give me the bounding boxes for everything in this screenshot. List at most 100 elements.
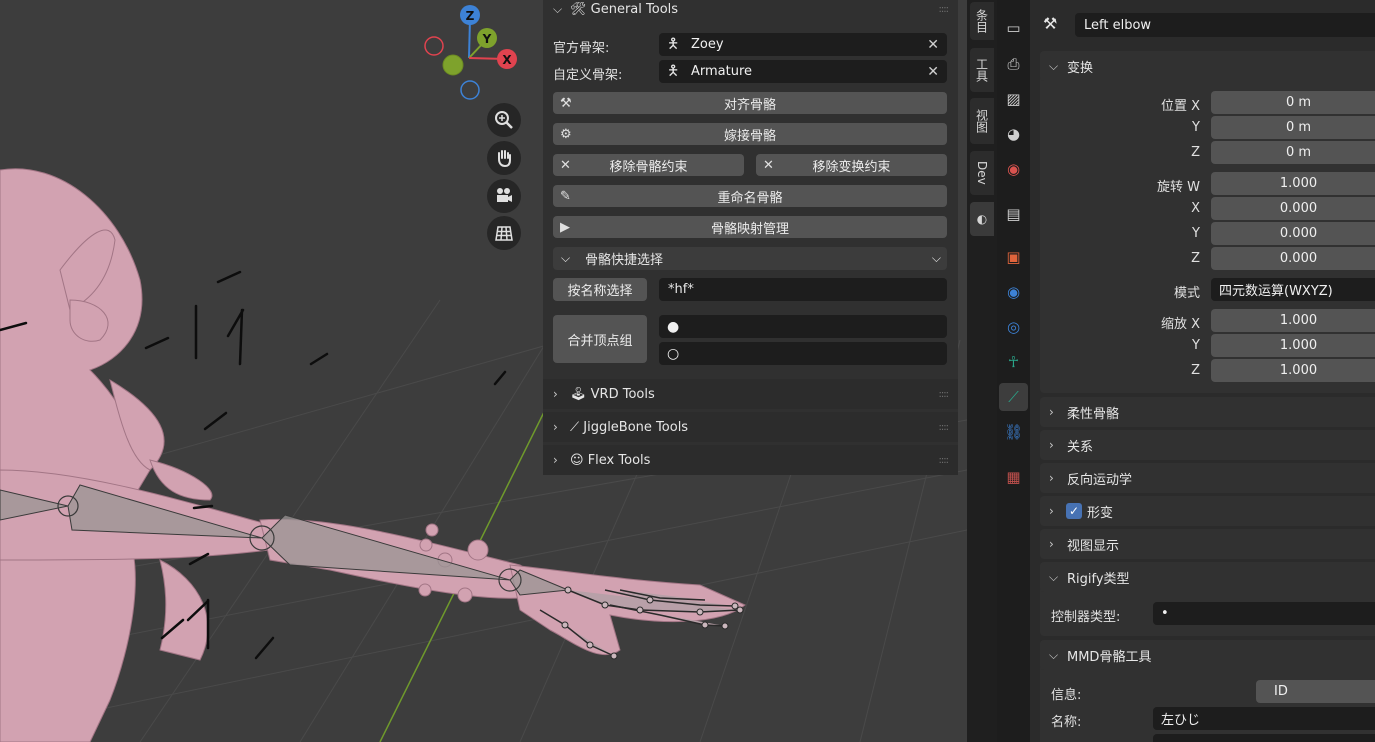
- rotation-w-value: 1.000: [1279, 176, 1318, 191]
- scale-y-field[interactable]: 1.000: [1211, 334, 1375, 357]
- rigify-controller-label: 控制器类型:: [1051, 610, 1121, 625]
- tab-view[interactable]: 视图: [970, 98, 994, 144]
- drag-grip-icon[interactable]: ::::: [939, 4, 950, 15]
- bendy-bones-panel-header[interactable]: › 柔性骨骼: [1040, 397, 1375, 427]
- inverse-kinematics-title: 反向运动学: [1067, 472, 1133, 488]
- orientation-gizmo[interactable]: Z Y X: [420, 0, 530, 105]
- name-pattern-input[interactable]: *hf*: [659, 278, 947, 301]
- tab-tool[interactable]: 工具: [970, 48, 994, 92]
- rotation-x-field[interactable]: 0.000: [1211, 197, 1375, 220]
- object-icon[interactable]: ▣: [999, 243, 1028, 271]
- quick-select-subpanel-header[interactable]: ⌵ 骨骼快捷选择 ⌵: [553, 247, 947, 270]
- relations-panel-header[interactable]: › 关系: [1040, 430, 1375, 460]
- mmd-info-label: 信息:: [1051, 688, 1082, 703]
- rotation-z-field[interactable]: 0.000: [1211, 247, 1375, 270]
- location-y-field[interactable]: 0 m: [1211, 116, 1375, 139]
- tab-dev[interactable]: Dev: [970, 151, 994, 195]
- play-triangle-icon: ▶: [560, 219, 570, 235]
- merge-vertex-groups-button[interactable]: 合并顶点组: [553, 315, 647, 363]
- jigglebone-tools-title: ⟋ JiggleBone Tools: [570, 419, 689, 435]
- location-x-field[interactable]: 0 m: [1211, 91, 1375, 114]
- sidebar-n-panel: ⌵ 🛠 General Tools :::: 官方骨架: 🯅 Zoey ✕ 自定…: [543, 0, 958, 475]
- bone-mapping-button[interactable]: ▶ 骨骼映射管理: [553, 216, 947, 238]
- select-by-name-button[interactable]: 按名称选择: [553, 278, 647, 301]
- rotation-y-field[interactable]: 0.000: [1211, 222, 1375, 245]
- collection-icon[interactable]: ▤: [999, 200, 1028, 228]
- drag-grip-icon[interactable]: ::::: [939, 389, 950, 400]
- grid-view-icon[interactable]: [487, 216, 521, 250]
- rigify-controller-field[interactable]: •: [1153, 602, 1375, 625]
- general-tools-header[interactable]: ⌵ 🛠 General Tools ::::: [543, 0, 958, 24]
- bone-name-input[interactable]: Left elbow: [1075, 13, 1375, 37]
- official-armature-field[interactable]: 🯅 Zoey ✕: [659, 33, 947, 56]
- tab-item[interactable]: 条目: [970, 2, 994, 40]
- vertex-group-target-field[interactable]: ○: [659, 342, 947, 365]
- texture-checker-icon[interactable]: ▦: [999, 463, 1028, 491]
- drag-grip-icon[interactable]: ::::: [939, 455, 950, 466]
- jigglebone-tools-header[interactable]: › ⟋ JiggleBone Tools ::::: [543, 412, 958, 442]
- location-x-label: 位置 X: [1160, 99, 1200, 114]
- tab-addon[interactable]: ◐: [970, 202, 994, 236]
- graft-bones-label: 嫁接骨骼: [723, 128, 776, 144]
- rotation-mode-dropdown[interactable]: 四元数运算(WXYZ): [1211, 278, 1375, 301]
- chevron-down-icon: ⌵: [553, 1, 563, 16]
- transform-panel-header[interactable]: ⌵ 变换: [1040, 51, 1375, 81]
- zoom-icon[interactable]: [487, 103, 521, 137]
- rigify-type-panel-header[interactable]: ⌵ Rigify类型: [1040, 562, 1375, 592]
- bone-icon[interactable]: ⟋: [999, 383, 1028, 411]
- view-layer-icon[interactable]: ◕: [999, 120, 1028, 148]
- graft-bones-button[interactable]: ⚙ 嫁接骨骼: [553, 123, 947, 145]
- mmd-name-input[interactable]: 左ひじ: [1153, 707, 1375, 730]
- deform-checkbox[interactable]: ✓: [1066, 503, 1082, 519]
- chevron-right-icon: ›: [1049, 537, 1054, 551]
- vertex-group-source-field[interactable]: ●: [659, 315, 947, 338]
- 3d-viewport[interactable]: Z Y X ⌵ 🛠 General Tools :::: 官方骨架: 🯅 Zoe…: [0, 0, 967, 742]
- inverse-kinematics-panel-header[interactable]: › 反向运动学: [1040, 463, 1375, 493]
- rotation-w-field[interactable]: 1.000: [1211, 172, 1375, 195]
- scale-x-label: 缩放 X: [1160, 317, 1200, 332]
- scale-x-field[interactable]: 1.000: [1211, 309, 1375, 332]
- bone-constraints-icon[interactable]: ⛓: [999, 418, 1028, 446]
- scale-z-field[interactable]: 1.000: [1211, 359, 1375, 382]
- location-y-label: Y: [1192, 120, 1200, 135]
- joystick-icon: 🕹: [570, 386, 587, 402]
- clear-official-armature-icon[interactable]: ✕: [927, 37, 939, 53]
- rename-bones-button[interactable]: ✎ 重命名骨骼: [553, 185, 947, 207]
- gizmo-z-label: Z: [466, 9, 475, 23]
- output-icon[interactable]: ▨: [999, 85, 1028, 113]
- rotation-z-value: 0.000: [1279, 251, 1318, 266]
- physics-icon[interactable]: ◎: [999, 313, 1028, 341]
- armature-data-icon[interactable]: ☥: [999, 348, 1028, 376]
- deform-panel-header[interactable]: › ✓ 形变: [1040, 496, 1375, 526]
- camera-icon[interactable]: [487, 179, 521, 213]
- sidebar-tabs: 条目 工具 视图 Dev ◐: [967, 0, 997, 742]
- clear-custom-armature-icon[interactable]: ✕: [927, 64, 939, 80]
- align-bones-button[interactable]: ⚒ 对齐骨骼: [553, 92, 947, 114]
- armature-pose-icon: 🯅: [667, 62, 680, 79]
- tool-settings-icon[interactable]: ▭: [999, 14, 1028, 42]
- location-z-field[interactable]: 0 m: [1211, 141, 1375, 164]
- hand-pan-icon[interactable]: [487, 141, 521, 175]
- custom-armature-field[interactable]: 🯅 Armature ✕: [659, 60, 947, 83]
- mmd-bone-tools-panel-header[interactable]: ⌵ MMD骨骼工具: [1040, 640, 1375, 670]
- gizmo-y-label: Y: [482, 32, 492, 46]
- remove-bone-constraints-label: 移除骨骼约束: [609, 159, 688, 175]
- modifiers-icon[interactable]: ◉: [999, 278, 1028, 306]
- graft-bones-icon: ⚙: [560, 126, 572, 142]
- drag-grip-icon[interactable]: ::::: [939, 422, 950, 433]
- mmd-name-english-input[interactable]: [1153, 734, 1375, 742]
- vrd-tools-header[interactable]: › 🕹 VRD Tools ::::: [543, 379, 958, 409]
- scene-world-icon[interactable]: ◉: [999, 155, 1028, 183]
- mmd-id-field[interactable]: ID: [1256, 680, 1375, 703]
- bone-mapping-label: 骨骼映射管理: [710, 221, 789, 237]
- flex-tools-header[interactable]: › ☺ Flex Tools ::::: [543, 445, 958, 475]
- viewport-display-panel-header[interactable]: › 视图显示: [1040, 529, 1375, 559]
- mmd-bone-tools-title: MMD骨骼工具: [1067, 649, 1152, 665]
- globe-icon: ◐: [976, 212, 988, 226]
- remove-transform-constraints-button[interactable]: ✕ 移除变换约束: [756, 154, 947, 176]
- location-z-label: Z: [1191, 145, 1200, 160]
- render-icon[interactable]: ⎙: [999, 50, 1028, 78]
- remove-bone-constraints-button[interactable]: ✕ 移除骨骼约束: [553, 154, 744, 176]
- rotation-x-value: 0.000: [1279, 201, 1318, 216]
- empty-circle-icon: ○: [667, 345, 680, 362]
